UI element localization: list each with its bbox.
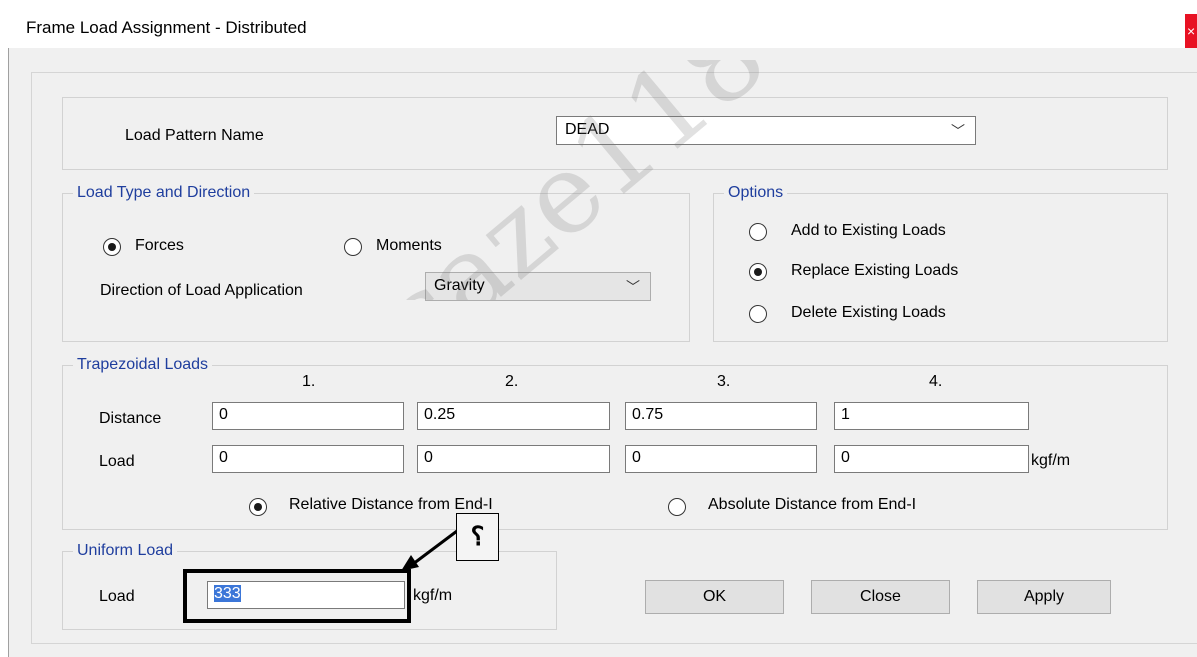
window-close-button[interactable]: × [1185, 14, 1197, 48]
load-type-legend: Load Type and Direction [73, 184, 255, 202]
uniform-load-legend: Uniform Load [73, 542, 178, 560]
column-header-1: 1. [302, 373, 316, 390]
distance-field-4[interactable]: 1 [834, 402, 1029, 430]
load-field-1[interactable]: 0 [212, 445, 404, 473]
options-group: Options Add to Existing Loads Replace Ex… [713, 184, 1168, 342]
load-type-group: Load Type and Direction Forces Moments D… [62, 184, 690, 342]
forces-label: Forces [135, 237, 184, 254]
direction-label: Direction of Load Application [100, 282, 303, 299]
moments-label: Moments [376, 237, 442, 254]
delete-existing-label: Delete Existing Loads [791, 304, 946, 321]
uniform-load-label: Load [99, 588, 135, 605]
distance-field-3[interactable]: 0.75 [625, 402, 817, 430]
direction-value: Gravity [434, 277, 485, 294]
load-field-2[interactable]: 0 [417, 445, 610, 473]
direction-select[interactable]: Gravity ﹀ [425, 272, 651, 301]
chevron-down-icon: ﹀ [951, 123, 965, 139]
options-legend: Options [724, 184, 788, 202]
replace-existing-label: Replace Existing Loads [791, 262, 959, 279]
load-field-4[interactable]: 0 [834, 445, 1029, 473]
close-button[interactable]: Close [811, 580, 950, 614]
relative-distance-radio[interactable] [249, 498, 267, 516]
highlight-box [183, 569, 411, 623]
load-pattern-value: DEAD [565, 121, 610, 138]
trapezoidal-group: Trapezoidal Loads 1. 2. 3. 4. Distance 0… [62, 356, 1168, 530]
apply-button[interactable]: Apply [977, 580, 1111, 614]
load-field-3[interactable]: 0 [625, 445, 817, 473]
distance-field-1[interactable]: 0 [212, 402, 404, 430]
moments-radio[interactable] [344, 238, 362, 256]
load-label: Load [99, 453, 135, 470]
trapezoidal-units: kgf/m [1031, 452, 1071, 469]
ok-button[interactable]: OK [645, 580, 784, 614]
arrow-icon [401, 529, 458, 571]
load-pattern-group: Load Pattern Name DEAD ﹀ [62, 97, 1168, 170]
callout-box: ؟ [456, 513, 499, 561]
delete-existing-radio[interactable] [749, 305, 767, 323]
relative-distance-label: Relative Distance from End-I [289, 496, 493, 513]
absolute-distance-radio[interactable] [668, 498, 686, 516]
window-title: Frame Load Assignment - Distributed [26, 18, 307, 37]
column-header-3: 3. [717, 373, 731, 390]
trapezoidal-legend: Trapezoidal Loads [73, 356, 213, 374]
distance-label: Distance [99, 410, 162, 427]
add-existing-label: Add to Existing Loads [791, 222, 946, 239]
uniform-load-units: kgf/m [413, 587, 453, 604]
column-header-2: 2. [505, 373, 519, 390]
column-header-4: 4. [929, 373, 943, 390]
forces-radio[interactable] [103, 238, 121, 256]
replace-existing-radio[interactable] [749, 263, 767, 281]
load-pattern-select[interactable]: DEAD ﹀ [556, 116, 976, 145]
add-existing-radio[interactable] [749, 223, 767, 241]
chevron-down-icon: ﹀ [626, 279, 640, 295]
load-pattern-label: Load Pattern Name [125, 127, 264, 144]
absolute-distance-label: Absolute Distance from End-I [708, 496, 917, 513]
distance-field-2[interactable]: 0.25 [417, 402, 610, 430]
